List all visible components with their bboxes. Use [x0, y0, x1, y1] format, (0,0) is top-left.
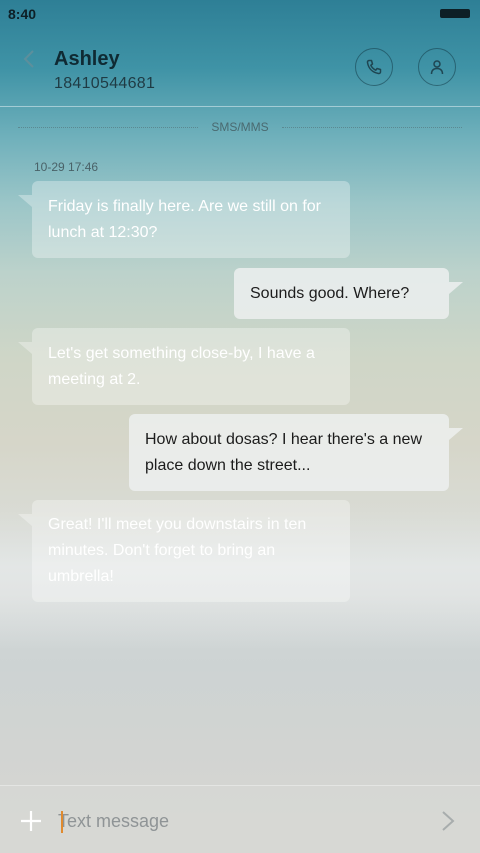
- message-bubble-outgoing[interactable]: Sounds good. Where?: [234, 268, 463, 319]
- contact-number: 18410544681: [54, 75, 156, 92]
- message-text: Friday is finally here. Are we still on …: [48, 197, 321, 241]
- plus-icon[interactable]: [20, 810, 42, 832]
- bubble-tail: [18, 195, 32, 207]
- contact-name[interactable]: Ashley: [54, 48, 120, 71]
- status-bar: 8:40: [0, 0, 480, 26]
- message-input[interactable]: [58, 804, 418, 838]
- phone-icon: [366, 59, 382, 75]
- contact-profile-button[interactable]: [418, 48, 456, 86]
- person-icon: [430, 60, 444, 75]
- call-button[interactable]: [355, 48, 393, 86]
- text-cursor: [61, 811, 63, 833]
- composer-bar: [0, 785, 480, 853]
- channel-divider: SMS/MMS: [18, 118, 462, 136]
- battery-icon: [440, 9, 470, 18]
- header-divider: [0, 106, 480, 107]
- message-bubble-incoming[interactable]: Let's get something close-by, I have a m…: [18, 328, 350, 405]
- message-text: Great! I'll meet you downstairs in ten m…: [48, 516, 307, 585]
- message-text: How about dosas? I hear there's a new pl…: [145, 430, 422, 474]
- bubble-tail: [18, 514, 32, 526]
- bubble-tail: [449, 282, 463, 294]
- message-timestamp: 10-29 17:46: [34, 160, 99, 174]
- bubble-tail: [18, 342, 32, 354]
- conversation-header: Ashley 18410544681: [0, 26, 480, 106]
- message-text: Let's get something close-by, I have a m…: [48, 344, 315, 388]
- status-time: 8:40: [8, 6, 37, 22]
- divider-line-right: [282, 127, 462, 128]
- chevron-left-icon[interactable]: [22, 50, 36, 68]
- message-text: Sounds good. Where?: [250, 284, 410, 302]
- message-bubble-incoming[interactable]: Friday is finally here. Are we still on …: [18, 181, 350, 258]
- chevron-right-icon[interactable]: [440, 810, 456, 832]
- bubble-tail: [449, 428, 463, 440]
- message-bubble-outgoing[interactable]: How about dosas? I hear there's a new pl…: [129, 414, 463, 491]
- message-bubble-incoming[interactable]: Great! I'll meet you downstairs in ten m…: [18, 500, 350, 602]
